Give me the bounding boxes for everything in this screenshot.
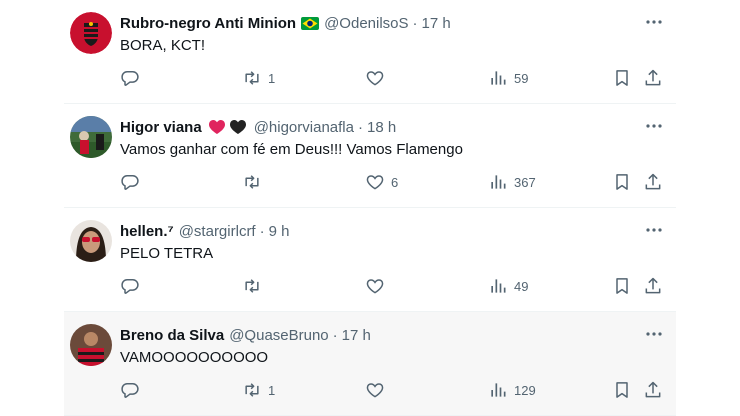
retweet-button[interactable] bbox=[242, 170, 268, 194]
more-icon[interactable] bbox=[644, 14, 664, 30]
view-count: 49 bbox=[514, 278, 529, 294]
retweet-icon bbox=[245, 279, 259, 293]
like-icon bbox=[366, 175, 384, 190]
more-icon[interactable] bbox=[644, 222, 664, 238]
display-name[interactable]: hellen.⁷ bbox=[120, 223, 174, 240]
like-icon bbox=[366, 71, 384, 86]
tweet-text: BORA, KCT! bbox=[120, 37, 206, 54]
bookmark-button[interactable] bbox=[612, 66, 632, 90]
like-icon bbox=[366, 279, 384, 294]
share-button[interactable] bbox=[643, 66, 663, 90]
bookmark-icon bbox=[616, 70, 628, 86]
avatar[interactable] bbox=[70, 12, 112, 54]
tweet-header: Rubro-negro Anti Minion @OdenilsoS · 17 … bbox=[120, 12, 451, 34]
retweet-button[interactable] bbox=[242, 274, 268, 298]
like-button[interactable] bbox=[365, 274, 391, 298]
retweet-icon bbox=[245, 71, 259, 85]
bookmark-icon bbox=[616, 174, 628, 190]
tweet-header: Breno da Silva @QuaseBruno · 17 h bbox=[120, 324, 371, 346]
views-icon bbox=[491, 71, 506, 85]
view-count: 367 bbox=[514, 174, 536, 190]
share-button[interactable] bbox=[643, 274, 663, 298]
share-button[interactable] bbox=[643, 378, 663, 402]
timestamp[interactable]: 17 h bbox=[342, 327, 371, 344]
reply-button[interactable] bbox=[120, 66, 146, 90]
retweet-count: 1 bbox=[268, 382, 276, 398]
like-count: 6 bbox=[391, 174, 399, 190]
reply-tweet[interactable]: hellen.⁷ @stargirlcrf · 9 h PELO TETRA 4… bbox=[64, 208, 676, 312]
bookmark-button[interactable] bbox=[612, 274, 632, 298]
reply-icon bbox=[121, 383, 139, 398]
like-button[interactable] bbox=[365, 378, 391, 402]
action-bar: 6 367 bbox=[120, 170, 664, 194]
display-name[interactable]: Breno da Silva bbox=[120, 327, 224, 344]
tweet-text: Vamos ganhar com fé em Deus!!! Vamos Fla… bbox=[120, 141, 463, 158]
retweet-icon bbox=[245, 383, 259, 397]
like-button[interactable] bbox=[365, 66, 391, 90]
share-icon bbox=[645, 381, 661, 398]
views-button[interactable]: 49 bbox=[488, 274, 528, 298]
reply-icon bbox=[121, 175, 139, 190]
share-icon bbox=[645, 173, 661, 190]
share-button[interactable] bbox=[643, 170, 663, 194]
more-icon[interactable] bbox=[644, 118, 664, 134]
separator-dot: · bbox=[412, 14, 418, 32]
bookmark-icon bbox=[616, 278, 628, 294]
reply-icon bbox=[121, 279, 139, 294]
tweet-header: Higor viana @higorvianafla · 18 h bbox=[120, 116, 396, 138]
reply-tweet[interactable]: Rubro-negro Anti Minion @OdenilsoS · 17 … bbox=[64, 0, 676, 104]
timestamp[interactable]: 18 h bbox=[367, 119, 396, 136]
share-icon bbox=[645, 69, 661, 86]
separator-dot: · bbox=[332, 326, 338, 344]
reply-button[interactable] bbox=[120, 274, 146, 298]
retweet-count: 1 bbox=[268, 70, 276, 86]
avatar[interactable] bbox=[70, 220, 112, 262]
display-name[interactable]: Higor viana bbox=[120, 119, 202, 136]
like-button[interactable]: 6 bbox=[365, 170, 398, 194]
reply-feed: Rubro-negro Anti Minion @OdenilsoS · 17 … bbox=[64, 0, 676, 416]
timestamp[interactable]: 9 h bbox=[269, 223, 290, 240]
reply-tweet[interactable]: Higor viana @higorvianafla · 18 h Vamos … bbox=[64, 104, 676, 208]
display-name[interactable]: Rubro-negro Anti Minion bbox=[120, 15, 296, 32]
avatar[interactable] bbox=[70, 324, 112, 366]
tweet-header: hellen.⁷ @stargirlcrf · 9 h bbox=[120, 220, 289, 242]
tweet-text: PELO TETRA bbox=[120, 245, 214, 262]
action-bar: 1 129 bbox=[120, 378, 664, 402]
user-handle[interactable]: @higorvianafla bbox=[254, 119, 354, 136]
separator-dot: · bbox=[357, 118, 363, 136]
views-button[interactable]: 129 bbox=[488, 378, 536, 402]
reply-icon bbox=[121, 71, 139, 86]
views-icon bbox=[491, 383, 506, 397]
user-handle[interactable]: @stargirlcrf bbox=[179, 223, 256, 240]
bookmark-button[interactable] bbox=[612, 170, 632, 194]
avatar[interactable] bbox=[70, 116, 112, 158]
views-icon bbox=[491, 175, 506, 189]
user-handle[interactable]: @OdenilsoS bbox=[324, 15, 408, 32]
tweet-text: VAMOOOOOOOOOO bbox=[120, 349, 269, 366]
timestamp[interactable]: 17 h bbox=[422, 15, 451, 32]
views-icon bbox=[491, 279, 506, 293]
retweet-button[interactable]: 1 bbox=[242, 66, 275, 90]
bookmark-icon bbox=[616, 382, 628, 398]
view-count: 129 bbox=[514, 382, 536, 398]
views-button[interactable]: 367 bbox=[488, 170, 536, 194]
reply-button[interactable] bbox=[120, 170, 146, 194]
views-button[interactable]: 59 bbox=[488, 66, 528, 90]
retweet-icon bbox=[245, 175, 259, 189]
red-and-black-hearts-emoji bbox=[207, 118, 249, 136]
action-bar: 49 bbox=[120, 274, 664, 298]
share-icon bbox=[645, 277, 661, 294]
brazil-flag-emoji bbox=[301, 16, 320, 30]
bookmark-button[interactable] bbox=[612, 378, 632, 402]
retweet-button[interactable]: 1 bbox=[242, 378, 275, 402]
like-icon bbox=[366, 383, 384, 398]
view-count: 59 bbox=[514, 70, 529, 86]
separator-dot: · bbox=[259, 222, 265, 240]
user-handle[interactable]: @QuaseBruno bbox=[229, 327, 328, 344]
reply-button[interactable] bbox=[120, 378, 146, 402]
reply-tweet[interactable]: Breno da Silva @QuaseBruno · 17 h VAMOOO… bbox=[64, 312, 676, 416]
more-icon[interactable] bbox=[644, 326, 664, 342]
action-bar: 1 59 bbox=[120, 66, 664, 90]
